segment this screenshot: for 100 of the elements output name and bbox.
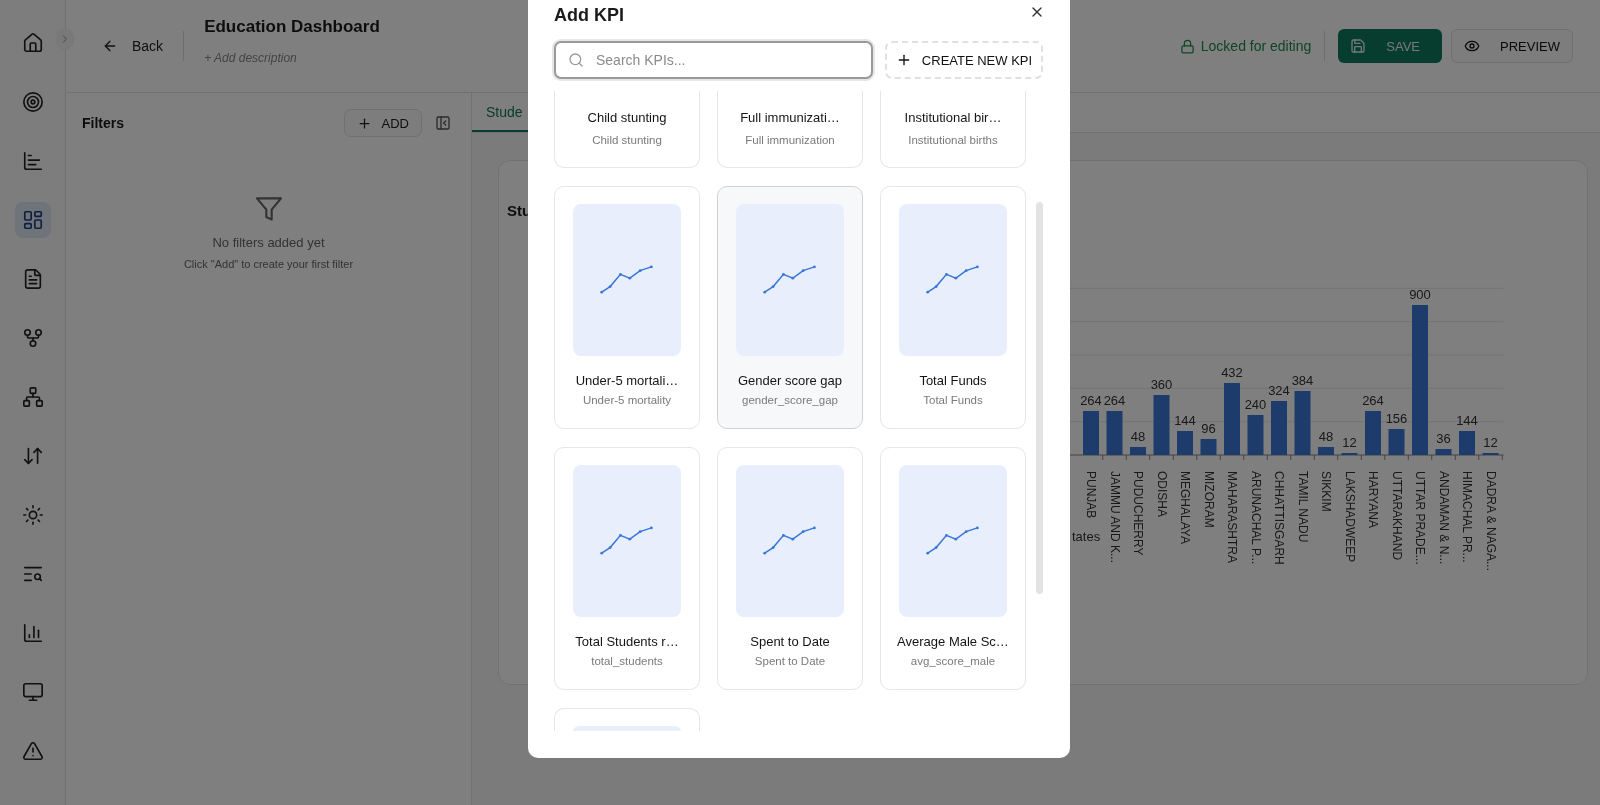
bar <box>1247 415 1264 455</box>
bar <box>1365 411 1381 455</box>
bar <box>1224 383 1240 455</box>
empty-hint: Click "Add" to create your first filter <box>183 258 354 270</box>
category-label: MIZORAM <box>1201 471 1216 528</box>
bar-chart-icon <box>21 150 44 172</box>
home-icon <box>21 32 44 54</box>
kpi-title: Full immunizati… <box>740 110 840 126</box>
sparkline-drawing <box>925 265 981 295</box>
value-label: 12 <box>1342 435 1357 450</box>
bar <box>1153 395 1170 455</box>
value-label: 144 <box>1456 413 1478 428</box>
kpi-card[interactable]: Under-5 mortali… Under-5 mortality <box>554 186 700 429</box>
collapse-panel-icon <box>435 115 451 131</box>
category-label: ODISHA <box>1154 471 1169 517</box>
kpi-title: Child stunting <box>587 110 667 126</box>
kpi-card[interactable]: Child stunting Child stunting <box>554 91 700 168</box>
bar <box>1294 391 1311 455</box>
kpi-card[interactable]: Average Male Sc… avg_score_male <box>880 447 1026 690</box>
category-label: CHHATTISGARH <box>1272 471 1286 565</box>
category-label: HARYANA <box>1366 471 1380 528</box>
kpi-subtitle: Under-5 mortality <box>582 393 672 407</box>
kpi-subtitle: Spent to Date <box>754 654 826 668</box>
axis-title: tates <box>1072 529 1101 544</box>
collapse-panel-button[interactable] <box>435 115 451 131</box>
nav-item[interactable] <box>14 202 51 238</box>
kpi-subtitle: Institutional births <box>908 133 998 147</box>
kpi-card[interactable]: Gender score gap gender_score_gap <box>717 186 863 429</box>
plus-icon <box>356 115 372 131</box>
kpi-subtitle: Child stunting <box>592 133 662 147</box>
category-label: JAMMU AND K... <box>1107 471 1122 563</box>
sparkline-drawing <box>599 265 655 295</box>
kpi-subtitle: total_students <box>591 654 663 668</box>
bar <box>1106 411 1123 455</box>
value-label: 432 <box>1221 365 1243 380</box>
category-label: ARUNACHAL P... <box>1248 471 1263 565</box>
kpi-card[interactable]: Institutional bir… Institutional births <box>880 91 1026 168</box>
kpi-subtitle: gender_score_gap <box>742 393 838 407</box>
scrollbar[interactable] <box>1036 202 1043 594</box>
value-label: 264 <box>1362 393 1384 408</box>
bar <box>1177 431 1193 455</box>
bar <box>1200 439 1217 455</box>
category-label: PUDUCHERRY <box>1131 471 1145 556</box>
value-label: 264 <box>1080 393 1102 408</box>
value-label: 324 <box>1268 383 1290 398</box>
category-label: ANDAMAN & N... <box>1436 471 1451 565</box>
bar <box>1083 411 1099 455</box>
search-icon <box>568 52 584 68</box>
kpi-subtitle: avg_score_male <box>910 654 996 668</box>
bar <box>1318 447 1334 455</box>
bar <box>1435 449 1452 455</box>
kpi-title: Institutional bir… <box>904 110 1002 126</box>
sparkline-drawing <box>762 526 818 556</box>
category-label: LAKSHADWEEP <box>1342 471 1357 563</box>
dashboard-icon <box>21 209 44 231</box>
kpi-card[interactable]: Full immunizati… Full immunization <box>717 91 863 168</box>
preview-button[interactable]: PREVIEW <box>1451 29 1573 63</box>
value-label: 264 <box>1103 393 1126 408</box>
bar <box>1130 447 1146 455</box>
value-label: 900 <box>1409 287 1431 302</box>
save-icon <box>1350 38 1367 54</box>
kpi-card[interactable]: Spent to Date Spent to Date <box>717 447 863 690</box>
network-icon <box>21 386 44 408</box>
monitor-icon <box>21 681 44 703</box>
warning-icon <box>21 740 44 762</box>
dialog-title: Add KPI <box>554 4 624 26</box>
back-button[interactable]: Back <box>102 38 164 54</box>
empty-title: No filters added yet <box>212 235 325 250</box>
kpi-title: Total Funds <box>919 373 987 389</box>
kpi-subtitle: Total Funds <box>923 393 983 407</box>
target-icon <box>21 91 44 113</box>
category-label: SIKKIM <box>1319 471 1333 512</box>
value-label: 384 <box>1291 373 1314 388</box>
lock-icon <box>1179 38 1195 54</box>
filters-title: Filters <box>82 115 124 131</box>
create-kpi-button[interactable]: CREATE NEW KPI <box>885 41 1043 79</box>
column-chart-icon <box>21 622 44 644</box>
fork-icon <box>21 327 44 349</box>
kpi-title: Total Students r… <box>575 634 679 650</box>
category-label: MAHARASHTRA <box>1225 471 1239 563</box>
value-label: 48 <box>1318 429 1334 444</box>
category-label: TAMIL NADU <box>1295 471 1310 543</box>
kpi-title: Average Male Sc… <box>897 634 1009 650</box>
eye-icon <box>1464 38 1481 54</box>
add-filter-button[interactable]: ADD <box>343 109 422 137</box>
value-label: 96 <box>1201 421 1216 436</box>
kpi-card[interactable]: Total Funds Total Funds <box>880 186 1026 429</box>
category-label: HIMACHAL PR... <box>1460 471 1474 563</box>
value-label: 12 <box>1483 435 1498 450</box>
search-field[interactable]: Search KPIs... <box>554 41 873 79</box>
value-label: 36 <box>1436 431 1451 446</box>
kpi-title: Under-5 mortali… <box>575 373 679 389</box>
value-label: 156 <box>1385 411 1408 426</box>
sun-icon <box>21 504 44 526</box>
category-label: MEGHALAYA <box>1178 471 1192 544</box>
bar <box>1459 431 1475 455</box>
sparkline-drawing <box>925 526 981 556</box>
kpi-card[interactable]: Total Students r… total_students <box>554 447 700 690</box>
kpi-title: Spent to Date <box>750 634 830 650</box>
sparkline-drawing <box>762 265 818 295</box>
